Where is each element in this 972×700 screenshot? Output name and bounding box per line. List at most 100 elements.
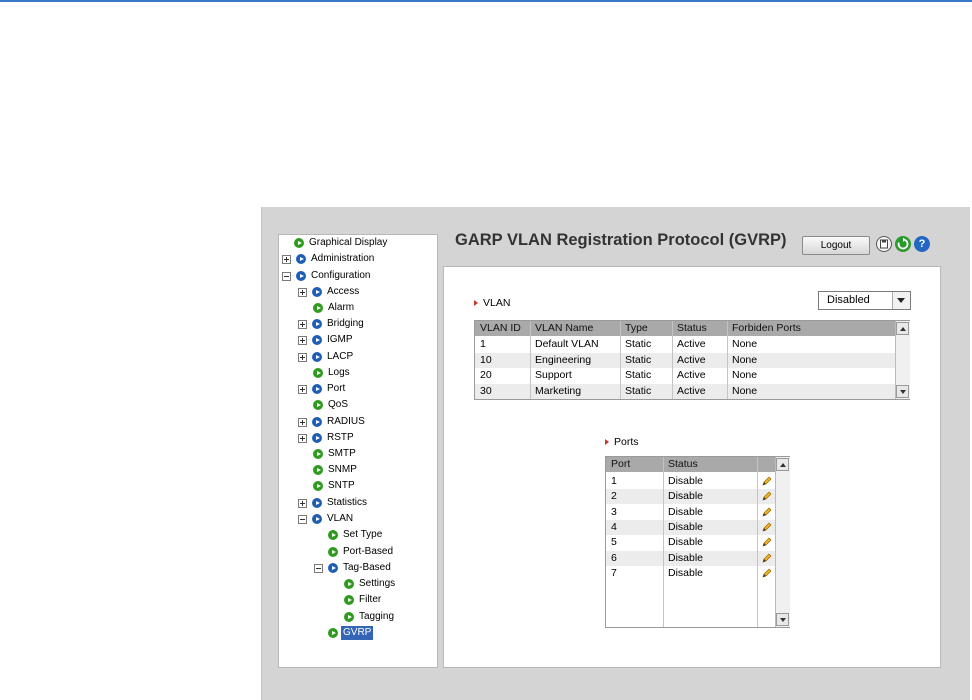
edit-pencil-icon[interactable] — [761, 522, 772, 533]
expand-plus-icon[interactable] — [298, 384, 307, 394]
nav-item[interactable]: SMTP — [313, 447, 358, 461]
nav-item[interactable]: VLAN — [298, 512, 355, 526]
vertical-scrollbar[interactable] — [895, 321, 910, 399]
gvrp-mode-select[interactable]: Disabled — [818, 291, 911, 310]
nav-item[interactable]: Port — [298, 382, 347, 396]
nav-item[interactable]: QoS — [313, 398, 350, 412]
expand-plus-icon[interactable] — [282, 254, 291, 264]
nav-item-label: Graphical Display — [309, 237, 388, 248]
nav-item[interactable]: SNTP — [313, 479, 357, 493]
collapse-minus-icon[interactable] — [298, 514, 307, 524]
nav-item[interactable]: Graphical Display — [294, 236, 389, 250]
expand-plus-icon[interactable] — [298, 319, 307, 329]
arrow-bullet-icon — [313, 400, 323, 410]
section-arrow-icon — [605, 439, 609, 445]
table-cell: Support — [535, 369, 572, 381]
nav-item[interactable]: SNMP — [313, 463, 359, 477]
table-cell: None — [732, 369, 758, 381]
column-header[interactable]: VLAN Name — [530, 321, 620, 336]
expand-plus-icon[interactable] — [298, 335, 307, 345]
table-row[interactable]: 6 Disable — [606, 550, 775, 566]
table-row[interactable]: 1 Default VLAN Static Active None — [475, 337, 895, 352]
table-row[interactable]: 7 Disable — [606, 566, 775, 581]
nav-item[interactable]: Bridging — [298, 317, 366, 331]
expand-plus-icon[interactable] — [298, 417, 307, 427]
nav-item[interactable]: Filter — [344, 593, 383, 607]
nav-item-label: Administration — [311, 253, 375, 264]
vertical-scrollbar[interactable] — [775, 457, 790, 627]
nav-item-label: Configuration — [311, 270, 371, 281]
column-header[interactable]: VLAN ID — [475, 321, 530, 336]
edit-pencil-icon[interactable] — [761, 568, 772, 579]
edit-pencil-icon[interactable] — [761, 507, 772, 518]
expand-plus-icon[interactable] — [298, 498, 307, 508]
nav-item[interactable]: Configuration — [282, 269, 372, 283]
vlan-section-heading: VLAN — [474, 297, 510, 309]
table-cell: Disable — [668, 475, 704, 487]
scroll-down-icon[interactable] — [896, 385, 909, 398]
nav-item[interactable]: Statistics — [298, 496, 369, 510]
nav-item[interactable]: Tag-Based — [314, 561, 393, 575]
save-icon[interactable] — [876, 236, 892, 252]
nav-item-label: Filter — [359, 594, 382, 605]
expand-plus-icon[interactable] — [298, 352, 307, 362]
nav-item[interactable]: Logs — [313, 366, 352, 380]
column-divider — [663, 457, 664, 627]
logout-button[interactable]: Logout — [802, 236, 870, 255]
nav-item[interactable]: GVRP — [328, 626, 374, 640]
nav-item[interactable]: RSTP — [298, 431, 356, 445]
column-header[interactable]: Port — [606, 457, 663, 472]
edit-pencil-icon[interactable] — [761, 476, 772, 487]
scroll-down-icon[interactable] — [776, 613, 789, 626]
edit-pencil-icon[interactable] — [761, 491, 772, 502]
nav-item-label: GVRP — [341, 626, 374, 640]
table-cell: Static — [625, 369, 652, 381]
table-row[interactable]: 10 Engineering Static Active None — [475, 352, 895, 368]
nav-item[interactable]: Access — [298, 285, 361, 299]
arrow-bullet-icon — [328, 628, 338, 638]
nav-item[interactable]: Tagging — [344, 610, 396, 624]
refresh-icon[interactable] — [895, 236, 911, 252]
table-row[interactable]: 30 Marketing Static Active None — [475, 383, 895, 399]
table-row[interactable]: 5 Disable — [606, 535, 775, 550]
collapse-minus-icon[interactable] — [282, 271, 291, 281]
nav-item[interactable]: Administration — [282, 252, 376, 266]
table-header: VLAN ID VLAN Name Type Status Forbiden Ports — [475, 321, 895, 336]
nav-item[interactable]: LACP — [298, 350, 355, 364]
table-cell: Active — [677, 338, 706, 350]
chevron-down-icon[interactable] — [892, 292, 910, 309]
table-cell: Marketing — [535, 384, 582, 397]
nav-item-label: Alarm — [328, 302, 355, 313]
nav-item[interactable]: Alarm — [313, 301, 356, 315]
column-header[interactable]: Status — [663, 457, 757, 472]
help-icon[interactable]: ? — [914, 236, 930, 252]
table-row[interactable]: 3 Disable — [606, 505, 775, 520]
nav-item[interactable]: IGMP — [298, 333, 355, 347]
nav-item[interactable]: Settings — [344, 577, 397, 591]
nav-item[interactable]: Port-Based — [328, 545, 395, 559]
column-header[interactable]: Type — [620, 321, 672, 336]
column-header[interactable]: Forbiden Ports — [727, 321, 895, 336]
scroll-up-icon[interactable] — [776, 458, 789, 471]
scroll-up-icon[interactable] — [896, 322, 909, 335]
column-header[interactable]: Status — [672, 321, 727, 336]
nav-item[interactable]: Set Type — [328, 528, 384, 542]
table-cell: 1 — [611, 475, 617, 487]
arrow-bullet-icon — [312, 287, 322, 297]
edit-pencil-icon[interactable] — [761, 553, 772, 564]
expand-plus-icon[interactable] — [298, 287, 307, 297]
table-cell: 1 — [480, 338, 486, 350]
expand-plus-icon[interactable] — [298, 433, 307, 443]
table-row[interactable]: 20 Support Static Active None — [475, 368, 895, 383]
table-row[interactable]: 4 Disable — [606, 519, 775, 535]
collapse-minus-icon[interactable] — [314, 563, 323, 573]
table-cell: Disable — [668, 505, 704, 518]
table-row[interactable]: 2 Disable — [606, 489, 775, 505]
arrow-bullet-icon — [313, 465, 323, 475]
nav-item-label: Set Type — [343, 529, 383, 540]
table-cell: Disable — [668, 490, 704, 503]
table-row[interactable]: 1 Disable — [606, 474, 775, 489]
nav-item[interactable]: RADIUS — [298, 415, 367, 429]
edit-pencil-icon[interactable] — [761, 537, 772, 548]
arrow-bullet-icon — [312, 417, 322, 427]
